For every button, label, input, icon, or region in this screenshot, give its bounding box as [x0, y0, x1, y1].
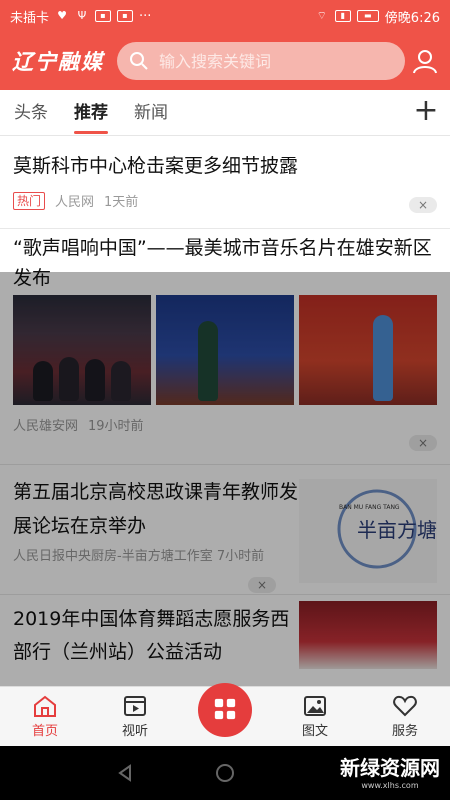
thumbnail-logo-text: 半亩方塘: [357, 518, 437, 542]
search-bar[interactable]: [117, 42, 405, 80]
tab-headlines[interactable]: 头条: [14, 90, 48, 136]
tab-news[interactable]: 新闻: [134, 90, 168, 136]
user-icon[interactable]: [412, 48, 438, 74]
news-image: [299, 295, 437, 405]
category-tabs: 头条 推荐 新闻 +: [0, 90, 450, 136]
close-icon[interactable]: ×: [409, 435, 437, 451]
news-time: 1天前: [104, 195, 139, 210]
news-source: 人民网: [55, 195, 95, 210]
news-title: 2019年中国体育舞蹈志愿服务西部行（兰州站）公益活动: [13, 608, 290, 663]
sim-icon: ▮: [334, 10, 351, 22]
status-bar: 未插卡 ♥ Ψ ▪ ▪ ··· ⌔ ▮ ▬ 傍晚6:26: [0, 0, 450, 32]
nav-label: 服务: [391, 724, 418, 739]
news-thumbnail: [299, 601, 437, 669]
news-item[interactable]: 2019年中国体育舞蹈志愿服务西部行（兰州站）公益活动: [0, 595, 450, 687]
news-feed: 莫斯科市中心枪击案更多细节披露 热门 人民网 1天前 × “歌声唱响中国”——最…: [0, 137, 450, 687]
search-icon: [130, 52, 148, 70]
app-notify-icon: ▪: [95, 10, 112, 22]
wifi-icon: ⌔: [316, 9, 327, 22]
app-notify-icon: ▪: [117, 10, 134, 22]
bottom-nav: 首页 视听 图文 服务: [0, 682, 450, 746]
heart-icon: [393, 695, 417, 717]
grid-icon: [214, 698, 236, 719]
grid-button[interactable]: [198, 682, 252, 737]
battery-icon: ▬: [356, 10, 379, 22]
news-source: 人民日报中央厨房-半亩方塘工作室: [13, 549, 213, 564]
news-item[interactable]: 第五届北京高校思政课青年教师发展论坛在京举办 半亩方塘 BAN MU FANG …: [0, 465, 450, 595]
add-channel-icon[interactable]: +: [412, 96, 440, 126]
usb-icon: Ψ: [77, 9, 87, 22]
more-icon: ···: [139, 8, 152, 24]
image-icon: [304, 696, 326, 716]
nav-home[interactable]: 首页: [0, 694, 90, 739]
app-screen: 未插卡 ♥ Ψ ▪ ▪ ··· ⌔ ▮ ▬ 傍晚6:26 辽宁融媒 输入搜索关键…: [0, 0, 450, 800]
news-time: 7小时前: [216, 549, 265, 564]
nav-label: 首页: [31, 724, 58, 739]
nav-center[interactable]: [180, 682, 270, 737]
nav-label: 图文: [301, 724, 328, 739]
nav-video[interactable]: 视听: [90, 694, 180, 739]
tab-recommended[interactable]: 推荐: [74, 90, 108, 136]
news-item[interactable]: 莫斯科市中心枪击案更多细节披露 热门 人民网 1天前 ×: [0, 137, 450, 229]
news-image: [156, 295, 294, 405]
brand-logo: 辽宁融媒: [12, 49, 104, 74]
home-circle-icon[interactable]: [215, 763, 235, 783]
news-title: “歌声唱响中国”——最美城市音乐名片在雄安新区发布: [13, 237, 432, 289]
news-image-row: [13, 295, 437, 405]
news-meta: 热门 人民网 1天前: [13, 191, 437, 210]
watermark: 新绿资源网 www.xlhs.com: [340, 752, 440, 790]
news-item[interactable]: “歌声唱响中国”——最美城市音乐名片在雄安新区发布 人民雄安网 19小时前 ×: [0, 229, 450, 465]
nav-gallery[interactable]: 图文: [270, 694, 360, 739]
close-icon[interactable]: ×: [409, 197, 437, 213]
news-time: 19小时前: [88, 419, 144, 434]
news-meta: 人民雄安网 19小时前: [13, 415, 437, 434]
sim-status: 未插卡: [10, 10, 50, 26]
nav-label: 视听: [121, 724, 148, 739]
news-title: 第五届北京高校思政课青年教师发展论坛在京举办: [13, 481, 299, 537]
search-input[interactable]: [159, 51, 379, 71]
news-meta: 人民日报中央厨房-半亩方塘工作室 7小时前: [13, 549, 283, 564]
home-icon: [34, 695, 56, 717]
close-icon[interactable]: ×: [248, 577, 276, 593]
back-icon[interactable]: [116, 764, 134, 782]
news-image: [13, 295, 151, 405]
app-header: 辽宁融媒: [0, 32, 450, 90]
heart-icon: ♥: [57, 9, 67, 22]
thumbnail-logo-subtext: BAN MU FANG TANG: [339, 504, 400, 511]
clock: 傍晚6:26: [384, 10, 440, 26]
news-source: 人民雄安网: [13, 419, 79, 434]
watermark-text: 新绿资源网: [340, 756, 440, 780]
system-nav-bar: 新绿资源网 www.xlhs.com: [0, 746, 450, 800]
watermark-url: www.xlhs.com: [361, 781, 419, 790]
news-title: 莫斯科市中心枪击案更多细节披露: [13, 155, 299, 177]
video-icon: [124, 696, 146, 716]
nav-service[interactable]: 服务: [360, 694, 450, 739]
news-thumbnail: 半亩方塘 BAN MU FANG TANG: [299, 479, 437, 583]
hot-badge: 热门: [13, 191, 46, 210]
